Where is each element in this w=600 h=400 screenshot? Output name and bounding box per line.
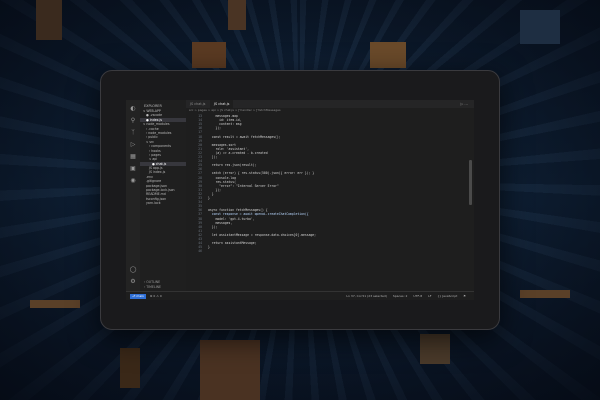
code-line[interactable]: const result = await fetchMessages(); bbox=[208, 135, 281, 139]
testing-icon[interactable]: ◉ bbox=[129, 177, 137, 185]
extensions-icon[interactable]: ▦ bbox=[129, 153, 137, 161]
explorer-panel: EXPLORER ∨ WEB-APP ● .vscode ● index.js ∨ n… bbox=[140, 100, 186, 296]
code-line[interactable]: ]); bbox=[208, 155, 218, 159]
tab-chat-js-2[interactable]: JS chat.js bbox=[210, 100, 234, 108]
problems-indicator[interactable]: ⊗ 0 ⚠ 0 bbox=[150, 294, 162, 298]
bg-block bbox=[192, 42, 226, 68]
code-line[interactable]: }); bbox=[208, 225, 218, 229]
encoding[interactable]: UTF-8 bbox=[413, 294, 422, 298]
source-control-icon[interactable]: ᛉ bbox=[129, 129, 137, 137]
bg-block bbox=[520, 290, 570, 298]
editor-area: JS chat.js JS chat.js ▷ … src > pages > … bbox=[186, 100, 474, 296]
editor-scrollbar[interactable] bbox=[469, 160, 472, 205]
bg-block bbox=[36, 0, 62, 40]
explorer-bottom-sections: › OUTLINE › TIMELINE bbox=[144, 280, 161, 289]
code-line[interactable]: return assistantMessage; bbox=[208, 241, 257, 245]
bg-block bbox=[228, 0, 246, 30]
language-mode[interactable]: {} JavaScript bbox=[438, 294, 458, 298]
bg-block bbox=[420, 334, 450, 364]
file-tree: ∨ WEB-APP ● .vscode ● index.js ∨ node_modul… bbox=[140, 109, 186, 206]
explorer-icon[interactable]: ◐ bbox=[129, 105, 137, 113]
remote-icon[interactable]: ▣ bbox=[129, 165, 137, 173]
vscode-window: ◐ ⚲ ᛉ ▷ ▦ ▣ ◉ ◯ ⚙ EXPLORER ∨ WEB-APP ● .v… bbox=[126, 100, 474, 300]
tab-actions[interactable]: ▷ … bbox=[461, 100, 469, 108]
code-line[interactable]: return res.json(result); bbox=[208, 163, 257, 167]
timeline-section[interactable]: › TIMELINE bbox=[144, 285, 161, 290]
tree-item[interactable]: yarn.lock bbox=[140, 201, 186, 205]
activity-bar: ◐ ⚲ ᛉ ▷ ▦ ▣ ◉ ◯ ⚙ bbox=[126, 100, 140, 300]
code-line[interactable]: }); bbox=[208, 126, 221, 130]
bg-block bbox=[370, 42, 406, 68]
account-icon[interactable]: ◯ bbox=[129, 266, 137, 274]
explorer-header: EXPLORER bbox=[144, 104, 162, 108]
code-line[interactable]: } bbox=[208, 196, 210, 200]
breadcrumb[interactable]: src > pages > api > JS chat.js > ƒ handl… bbox=[186, 108, 474, 113]
code-line[interactable]: let assistantMessage = response.data.cho… bbox=[208, 233, 316, 237]
end-of-line[interactable]: LF bbox=[428, 294, 431, 298]
branch-indicator[interactable]: ⎇ main bbox=[130, 294, 146, 299]
search-icon[interactable]: ⚲ bbox=[129, 117, 137, 125]
code-editor[interactable]: 13 messages.map 14 id: item.id, 15 content… bbox=[186, 114, 474, 294]
run-debug-icon[interactable]: ▷ bbox=[129, 141, 137, 149]
bg-block bbox=[520, 10, 560, 44]
tab-chat-js-1[interactable]: JS chat.js bbox=[186, 100, 209, 108]
code-line[interactable]: } bbox=[208, 245, 210, 249]
tab-bar: JS chat.js JS chat.js ▷ … bbox=[186, 100, 474, 108]
bg-block bbox=[120, 348, 140, 388]
bg-block bbox=[30, 300, 80, 308]
cursor-position[interactable]: Ln 37, Col 51 (23 selected) bbox=[346, 294, 387, 298]
notifications-icon[interactable]: ⚑ bbox=[463, 294, 466, 298]
settings-gear-icon[interactable]: ⚙ bbox=[129, 278, 137, 286]
bg-block bbox=[200, 340, 260, 400]
indentation[interactable]: Spaces: 2 bbox=[393, 294, 408, 298]
line-number: 46 bbox=[198, 249, 202, 254]
status-bar: ⎇ main ⊗ 0 ⚠ 0 Ln 37, Col 51 (23 selecte… bbox=[126, 291, 474, 300]
outline-section[interactable]: › OUTLINE bbox=[144, 280, 161, 285]
